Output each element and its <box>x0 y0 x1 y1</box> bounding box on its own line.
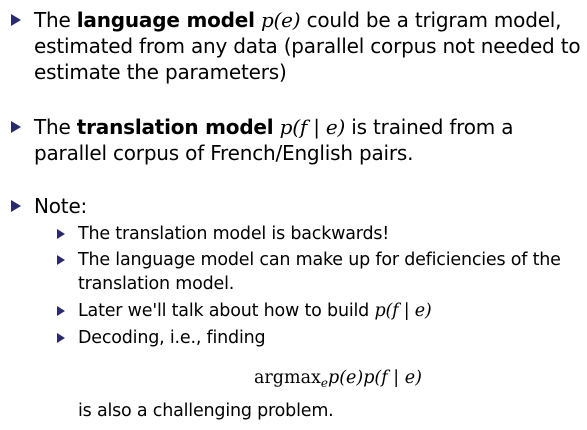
sub-bullet-triangle-icon <box>57 229 65 239</box>
term-language-model: language model <box>76 8 255 32</box>
equation-operator: argmax <box>254 368 321 388</box>
note-item-later: Later we'll talk about how to build p(f … <box>78 299 578 323</box>
bullet-triangle-icon <box>11 14 21 26</box>
bullet-translation-model: The translation model p(f | e) is traine… <box>34 114 584 166</box>
note-item-backwards: The translation model is backwards! <box>78 224 390 244</box>
equation-body: p(e)p(f | e) <box>328 368 422 388</box>
note-item-deficiencies: The language model can make up for defic… <box>78 250 561 294</box>
argmax-equation: argmaxep(e)p(f | e) <box>254 366 422 395</box>
bullet-language-model: The language model p(e) could be a trigr… <box>34 7 582 85</box>
bullet-text-pre: The <box>34 115 77 139</box>
bullet-triangle-icon <box>11 121 21 133</box>
slide: The language model p(e) could be a trigr… <box>0 0 587 430</box>
note-item-later-text: Later we'll talk about how to build <box>78 301 375 321</box>
math-p-f-given-e: p(f | e) <box>279 115 346 139</box>
bullet-note: Note: <box>34 193 554 219</box>
decoding-continuation: is also a challenging problem. <box>78 401 334 421</box>
math-p-f-given-e: p(f | e) <box>374 301 432 321</box>
sub-bullet-triangle-icon <box>57 306 65 316</box>
sub-bullet-triangle-icon <box>57 255 65 265</box>
term-translation-model: translation model <box>76 115 274 139</box>
bullet-text-pre: The <box>34 8 77 32</box>
sub-bullet-triangle-icon <box>57 333 65 343</box>
equation-subscript: e <box>320 376 329 390</box>
bullet-triangle-icon <box>11 200 21 212</box>
math-p-e: p(e) <box>260 8 301 32</box>
note-item-decoding: Decoding, i.e., finding <box>78 328 266 348</box>
note-label: Note: <box>34 194 88 218</box>
